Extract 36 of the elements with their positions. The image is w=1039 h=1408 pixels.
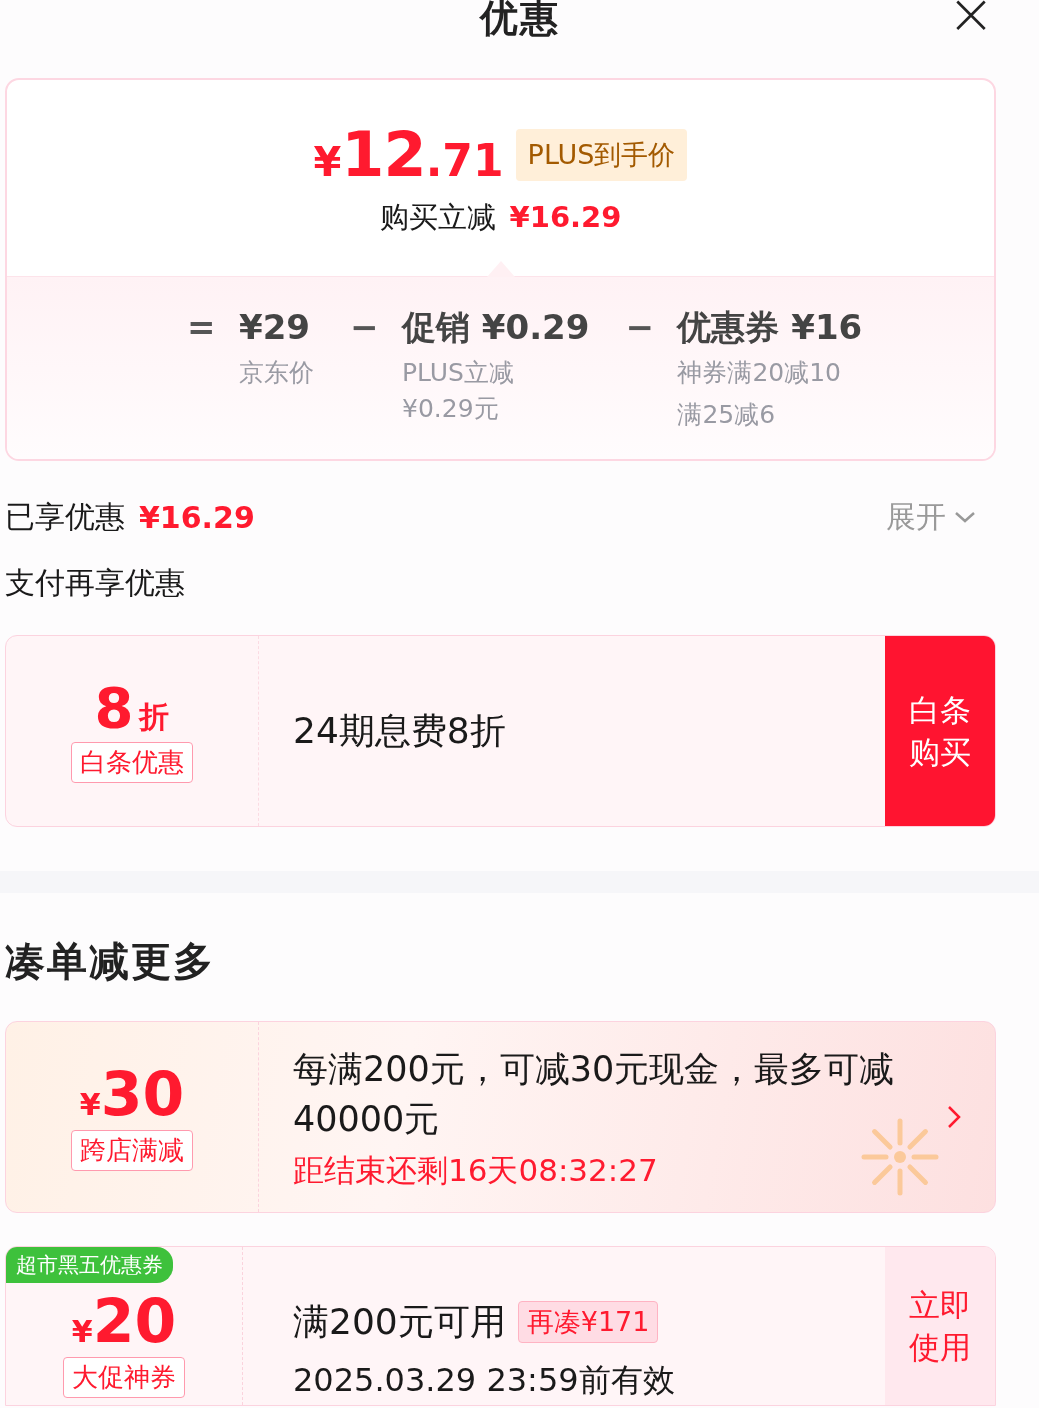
enjoyed-discount-label: 已享优惠 <box>5 497 125 536</box>
enjoyed-discount-amount: ¥16.29 <box>139 499 255 535</box>
reduction-amount: ¥16.29 <box>509 200 622 234</box>
countdown-text: 距结束还剩16天08:32:27 <box>293 1151 659 1190</box>
breakdown-note: 京东价 <box>239 357 314 389</box>
coupon-amount: ¥20 <box>71 1291 177 1351</box>
offer-tag: 白条优惠 <box>71 741 193 783</box>
breakdown-amount: 优惠券 ¥16 <box>677 306 863 349</box>
breakdown-amount: ¥29 <box>239 306 311 349</box>
coupon-ribbon: 超市黑五优惠券 <box>6 1247 173 1283</box>
offer-tag: 大促神券 <box>63 1357 185 1398</box>
promotion-description: 每满200元，可减30元现金，最多可减40000元 <box>293 1048 896 1141</box>
reduction-label: 购买立减 <box>379 199 496 236</box>
validity-text: 2025.03.29 23:59前有效 <box>293 1360 676 1401</box>
final-price: ¥12.71 <box>313 124 504 186</box>
discount-value: 8 折 <box>94 679 170 736</box>
coupon-condition: 满200元可用 <box>293 1300 506 1344</box>
chevron-down-icon <box>954 510 976 524</box>
buy-button[interactable]: 白条购买 <box>885 636 995 826</box>
use-now-button[interactable]: 立即使用 <box>885 1247 995 1405</box>
section-title: 凑单减更多 <box>5 937 216 986</box>
operator-sign: = <box>187 306 213 349</box>
operator-sign: − <box>625 306 652 349</box>
chevron-right-icon[interactable] <box>947 1105 961 1129</box>
breakdown-amount: 促销 ¥0.29 <box>402 306 590 349</box>
breakdown-note: PLUS立减 ¥0.29元 <box>402 357 515 425</box>
expand-toggle[interactable]: 展开 <box>886 496 996 538</box>
breakdown-note: 神券满20减10 <box>677 357 842 389</box>
breakdown-note: 满25减6 <box>677 399 777 431</box>
operator-sign: − <box>350 306 376 349</box>
plus-price-badge: PLUS到手价 <box>515 129 688 181</box>
section-title: 支付再享优惠 <box>5 565 186 601</box>
discount-amount: ¥30 <box>79 1063 185 1124</box>
offer-description: 24期息费8折 <box>293 708 506 753</box>
shortfall-badge: 再凑¥171 <box>517 1301 659 1343</box>
offer-tag: 跨店满减 <box>71 1129 193 1171</box>
